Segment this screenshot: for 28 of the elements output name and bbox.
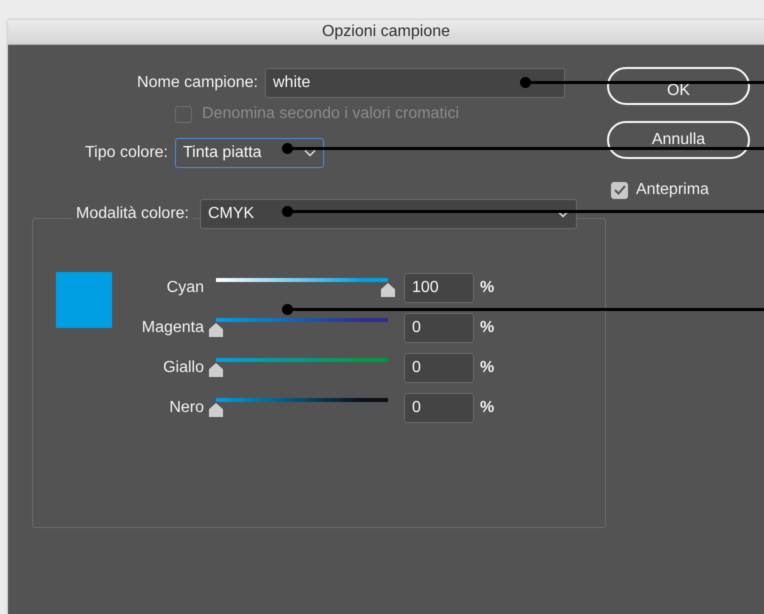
field-label: Tipo colore: xyxy=(84,144,169,162)
checkbox-label: Anteprima xyxy=(636,181,709,199)
field-label: Nome campione: xyxy=(136,74,259,92)
channel-label: Cyan xyxy=(166,279,205,297)
value-field[interactable]: 0 xyxy=(404,393,474,423)
slider-thumb[interactable] xyxy=(381,283,395,297)
window-title: Opzioni campione xyxy=(322,23,450,41)
name-field[interactable]: white xyxy=(265,68,565,98)
chevron-icon xyxy=(557,210,569,218)
checkbox[interactable] xyxy=(611,182,628,198)
dialog-button[interactable]: Annulla xyxy=(607,121,750,159)
channel-label: Nero xyxy=(168,399,205,417)
unit-label: % xyxy=(480,359,494,377)
unit-label: % xyxy=(480,319,494,337)
value-field[interactable]: 100 xyxy=(404,273,474,303)
dialog-button[interactable]: OK xyxy=(607,67,750,105)
color-type-select[interactable]: Tinta piatta xyxy=(175,138,324,168)
slider-thumb[interactable] xyxy=(209,323,223,337)
value-field[interactable]: 0 xyxy=(404,353,474,383)
unit-label: % xyxy=(480,279,494,297)
slider-thumb[interactable] xyxy=(209,363,223,377)
chevron-icon xyxy=(304,149,316,157)
channel-label: Magenta xyxy=(140,319,205,337)
channel-label: Giallo xyxy=(162,359,205,377)
unit-label: % xyxy=(480,399,494,417)
value-field[interactable]: 0 xyxy=(404,313,474,343)
slider-thumb[interactable] xyxy=(209,403,223,417)
color-mode-select[interactable]: CMYK xyxy=(200,199,577,229)
